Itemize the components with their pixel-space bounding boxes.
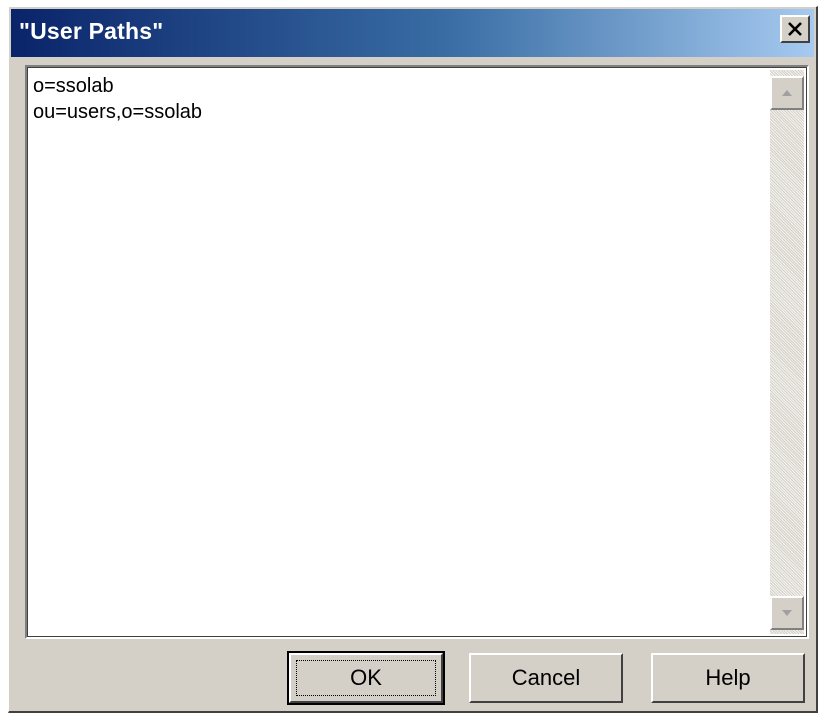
vertical-scrollbar[interactable] <box>770 70 804 634</box>
scroll-up-arrow-icon <box>782 90 792 96</box>
dialog-title: "User Paths" <box>19 18 164 44</box>
list-item[interactable]: ou=users,o=ssolab <box>31 99 767 125</box>
user-paths-dialog: "User Paths" o=ssolab ou=users,o=ssolab <box>8 6 818 713</box>
cancel-button-label: Cancel <box>511 665 581 690</box>
ok-button[interactable]: OK <box>287 651 445 705</box>
ok-button-label: OK <box>350 665 382 690</box>
title-bar[interactable]: "User Paths" <box>11 9 814 57</box>
cancel-button[interactable]: Cancel <box>469 653 623 703</box>
scroll-down-arrow-icon <box>782 610 792 616</box>
help-button-label: Help <box>705 665 751 690</box>
list-item[interactable]: o=ssolab <box>31 73 767 99</box>
close-x-icon <box>788 22 802 36</box>
close-button[interactable] <box>780 15 810 43</box>
scroll-up-button[interactable] <box>770 76 804 110</box>
list-items: o=ssolab ou=users,o=ssolab <box>31 73 767 633</box>
user-paths-list[interactable]: o=ssolab ou=users,o=ssolab <box>25 65 809 639</box>
help-button[interactable]: Help <box>651 653 805 703</box>
scroll-down-button[interactable] <box>770 596 804 630</box>
